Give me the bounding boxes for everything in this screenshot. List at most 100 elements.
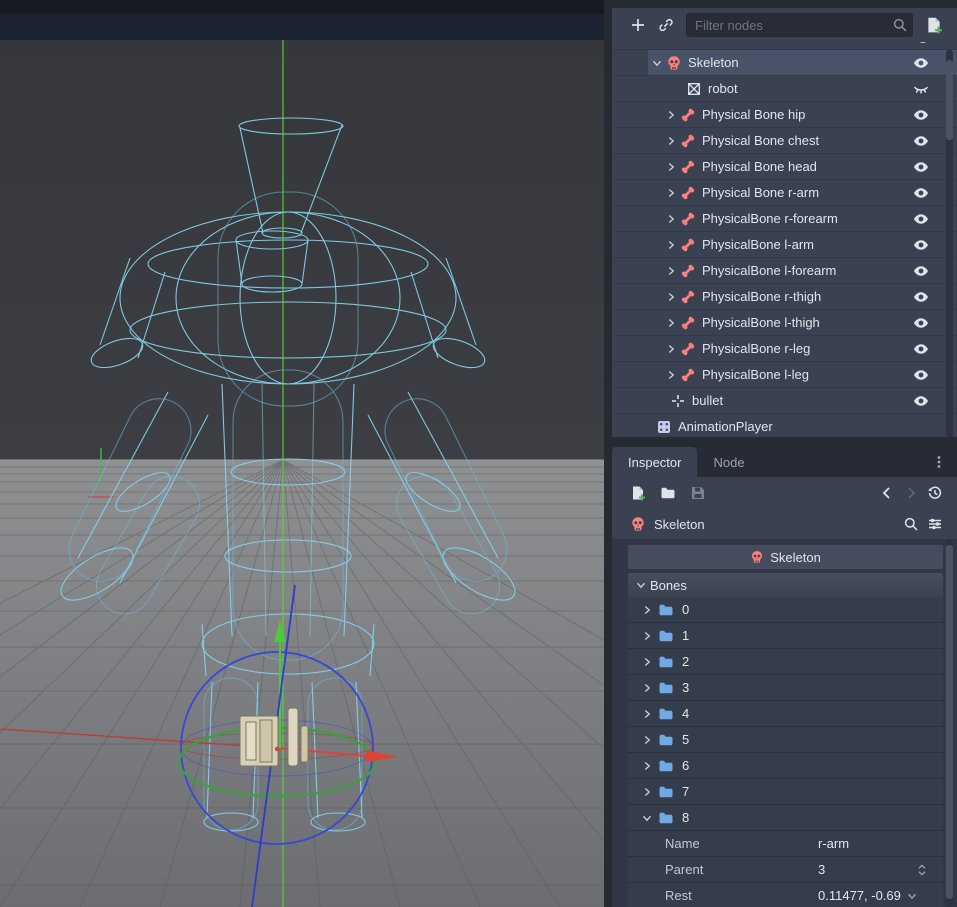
tree-row-physicalbone-l-arm[interactable]: PhysicalBone l-arm	[612, 232, 957, 258]
chevron-right-icon[interactable]	[640, 707, 654, 721]
eye-icon[interactable]	[913, 55, 929, 71]
chevron-down-icon[interactable]	[905, 889, 919, 903]
bone-row-7[interactable]: 7	[628, 779, 943, 805]
eye-icon[interactable]	[913, 341, 929, 357]
inspector-scrollbar-thumb[interactable]	[946, 545, 953, 899]
chevron-right-icon[interactable]	[664, 316, 678, 330]
history-forward-icon[interactable]	[903, 485, 919, 501]
eye-icon[interactable]	[913, 315, 929, 331]
bone-row-label: 6	[682, 758, 689, 773]
tree-scrollbar[interactable]	[946, 50, 953, 437]
tree-row-physicalbone-r-leg[interactable]: PhysicalBone r-leg	[612, 336, 957, 362]
eye-icon[interactable]	[913, 159, 929, 175]
tree-row-animationplayer[interactable]: AnimationPlayer	[612, 414, 957, 437]
inspected-object-row: Skeleton	[612, 509, 957, 539]
chevron-right-icon[interactable]	[664, 160, 678, 174]
bone-row-8[interactable]: 8	[628, 805, 943, 831]
chevron-right-icon[interactable]	[640, 681, 654, 695]
eye-icon[interactable]	[913, 393, 929, 409]
property-label: Rest	[628, 888, 818, 903]
tree-row-bullet[interactable]: bullet	[612, 388, 957, 414]
new-scene-from-node-icon[interactable]	[925, 16, 943, 34]
3d-scene[interactable]	[0, 40, 604, 907]
chevron-right-icon[interactable]	[640, 785, 654, 799]
property-value[interactable]: 0.11477, -0.69	[818, 888, 901, 903]
physical-bone-icon	[680, 211, 696, 227]
tree-row-physical-bone-chest[interactable]: Physical Bone chest	[612, 128, 957, 154]
chevron-down-icon	[634, 578, 648, 592]
chevron-right-icon[interactable]	[664, 368, 678, 382]
chevron-right-icon[interactable]	[664, 186, 678, 200]
bone-row-4[interactable]: 4	[628, 701, 943, 727]
chevron-down-icon[interactable]	[640, 811, 654, 825]
tune-filter-icon[interactable]	[927, 516, 943, 532]
eye-icon[interactable]	[913, 237, 929, 253]
chevron-right-icon[interactable]	[640, 733, 654, 747]
property-value[interactable]: 3	[818, 862, 825, 877]
chevron-right-icon[interactable]	[640, 759, 654, 773]
bone-row-label: 0	[682, 602, 689, 617]
chevron-right-icon[interactable]	[640, 603, 654, 617]
save-resource-icon[interactable]	[690, 485, 706, 501]
folder-icon	[658, 706, 674, 722]
eye-icon[interactable]	[913, 211, 929, 227]
search-properties-icon[interactable]	[903, 516, 919, 532]
chevron-right-icon[interactable]	[664, 238, 678, 252]
chevron-right-icon[interactable]	[664, 342, 678, 356]
bone-row-2[interactable]: 2	[628, 649, 943, 675]
eye-icon[interactable]	[913, 133, 929, 149]
tree-row-label: Physical Bone chest	[702, 133, 819, 148]
chevron-down-icon[interactable]	[650, 56, 664, 70]
property-value[interactable]: r-arm	[818, 836, 943, 851]
eye-icon[interactable]	[913, 263, 929, 279]
chevron-right-icon[interactable]	[640, 629, 654, 643]
tree-row-physicalbone-l-thigh[interactable]: PhysicalBone l-thigh	[612, 310, 957, 336]
dock-menu-icon[interactable]	[931, 454, 947, 470]
tree-scrollbar-thumb[interactable]	[946, 60, 953, 140]
bone-row-3[interactable]: 3	[628, 675, 943, 701]
tree-row-physical-bone-hip[interactable]: Physical Bone hip	[612, 102, 957, 128]
chevron-right-icon[interactable]	[664, 108, 678, 122]
bone-row-1[interactable]: 1	[628, 623, 943, 649]
instance-scene-link-icon[interactable]	[658, 17, 674, 33]
bone-row-6[interactable]: 6	[628, 753, 943, 779]
eye-icon[interactable]	[913, 289, 929, 305]
tree-row-physicalbone-l-leg[interactable]: PhysicalBone l-leg	[612, 362, 957, 388]
eye-icon[interactable]	[913, 367, 929, 383]
spinner-updown-icon[interactable]	[915, 863, 929, 877]
tree-row-physical-bone-head[interactable]: Physical Bone head	[612, 154, 957, 180]
load-resource-folder-icon[interactable]	[660, 485, 676, 501]
eye-closed-icon[interactable]	[913, 81, 929, 97]
bone-row-label: 2	[682, 654, 689, 669]
tree-row-physicalbone-r-thigh[interactable]: PhysicalBone r-thigh	[612, 284, 957, 310]
tab-node[interactable]: Node	[697, 447, 760, 477]
chevron-right-icon[interactable]	[664, 290, 678, 304]
3d-viewport[interactable]	[0, 0, 604, 907]
tab-inspector[interactable]: Inspector	[612, 447, 697, 477]
search-icon	[892, 17, 908, 33]
eye-icon[interactable]	[913, 107, 929, 123]
history-back-icon[interactable]	[879, 485, 895, 501]
add-node-icon[interactable]	[630, 17, 646, 33]
tree-row-label: Physical Bone r-arm	[702, 185, 819, 200]
property-label: Name	[628, 836, 818, 851]
bone-row-label: 3	[682, 680, 689, 695]
eye-icon[interactable]	[913, 185, 929, 201]
inspector-scrollbar[interactable]	[946, 539, 953, 907]
chevron-right-icon[interactable]	[664, 134, 678, 148]
tree-row-physicalbone-r-forearm[interactable]: PhysicalBone r-forearm	[612, 206, 957, 232]
chevron-right-icon[interactable]	[664, 212, 678, 226]
tree-row-physical-bone-r-arm[interactable]: Physical Bone r-arm	[612, 180, 957, 206]
inspector-toolbar	[612, 477, 957, 509]
object-history-icon[interactable]	[927, 485, 943, 501]
bone-row-0[interactable]: 0	[628, 597, 943, 623]
chevron-right-icon[interactable]	[640, 655, 654, 669]
tree-row-robot[interactable]: robot	[612, 76, 957, 102]
tree-row-physicalbone-l-forearm[interactable]: PhysicalBone l-forearm	[612, 258, 957, 284]
new-resource-icon[interactable]	[630, 485, 646, 501]
category-bones[interactable]: Bones	[628, 573, 943, 597]
chevron-right-icon[interactable]	[664, 264, 678, 278]
bone-row-5[interactable]: 5	[628, 727, 943, 753]
filter-nodes-input[interactable]	[686, 13, 913, 37]
tree-row-skeleton[interactable]: Skeleton	[612, 50, 957, 76]
